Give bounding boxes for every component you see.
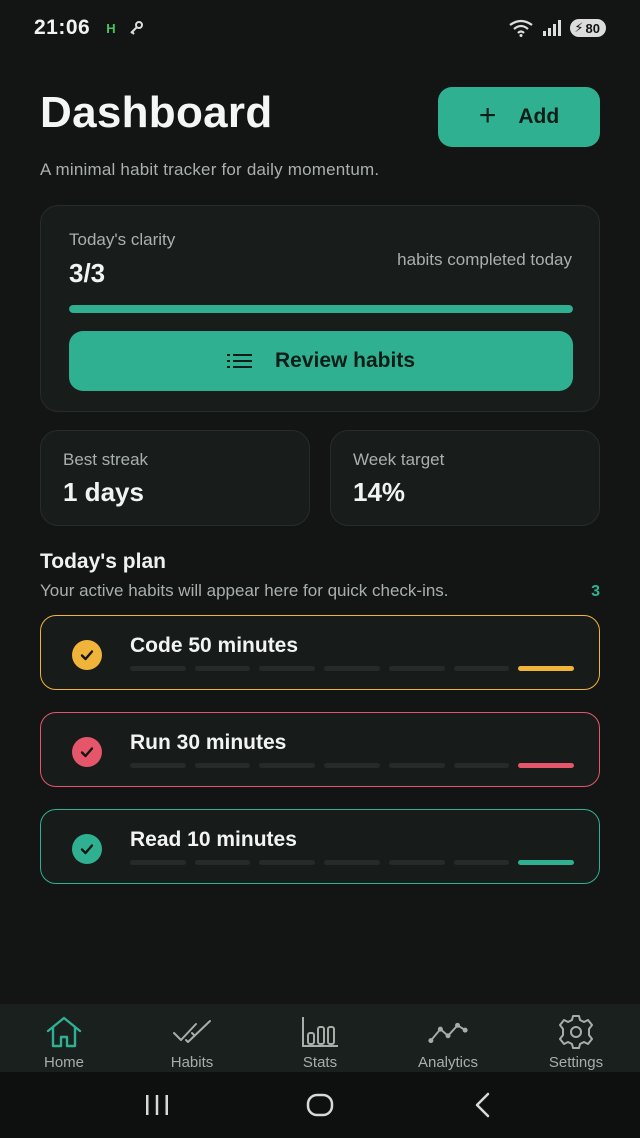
nav-item-habits[interactable]: Habits (128, 1004, 256, 1072)
clarity-card: Today's clarity 3/3 habits completed tod… (40, 205, 600, 412)
week-segment (518, 860, 575, 865)
page-title: Dashboard (40, 88, 273, 137)
best-streak-card: Best streak 1 days (40, 430, 310, 526)
plan-count: 3 (591, 583, 600, 600)
week-target-value: 14% (353, 477, 406, 507)
add-button[interactable]: + Add (438, 87, 600, 147)
page-subtitle: A minimal habit tracker for daily moment… (40, 160, 380, 179)
nav-item-home[interactable]: Home (0, 1004, 128, 1072)
nav-item-settings[interactable]: Settings (512, 1004, 640, 1072)
battery-indicator: ⚡ 80 (570, 19, 606, 37)
week-segment (518, 666, 575, 671)
line-chart-icon (428, 1014, 468, 1050)
week-segment (324, 763, 380, 768)
week-segment (388, 763, 445, 768)
week-segment (324, 666, 380, 671)
week-segment (324, 860, 380, 865)
list-icon (226, 354, 252, 368)
check-circle-icon[interactable] (72, 640, 102, 670)
habit-week-segments (130, 860, 575, 866)
habit-week-segments (130, 763, 575, 769)
status-indicator: H (106, 20, 116, 36)
back-button[interactable] (463, 1085, 503, 1125)
add-button-label: Add (518, 105, 560, 128)
habit-name: Code 50 minutes (130, 634, 299, 657)
nav-label: Habits (170, 1054, 214, 1071)
week-segment (130, 860, 186, 865)
clarity-progress-fill (69, 305, 573, 313)
nav-label: Settings (548, 1054, 604, 1071)
back-arrow-icon (476, 1092, 490, 1118)
week-segment (194, 860, 251, 865)
home-icon (44, 1014, 84, 1050)
gear-icon (556, 1014, 596, 1050)
bolt-icon: ⚡ (574, 20, 584, 35)
system-nav-bar (0, 1072, 640, 1138)
bottom-nav: Home Habits Stats Analytics Settings (0, 1004, 640, 1072)
best-streak-label: Best streak (63, 450, 149, 469)
week-segment (453, 666, 510, 671)
wifi-icon (509, 19, 534, 37)
signal-icon (543, 20, 562, 36)
week-segment (130, 666, 186, 671)
nav-item-analytics[interactable]: Analytics (384, 1004, 512, 1072)
best-streak-value: 1 days (63, 477, 144, 507)
week-segment (388, 860, 445, 865)
clarity-label: Today's clarity (69, 230, 176, 249)
recent-apps-button[interactable] (137, 1085, 177, 1125)
home-system-button[interactable] (300, 1085, 340, 1125)
status-bar: 21:06 H ⚡ 80 (0, 0, 640, 56)
habit-card[interactable]: Code 50 minutes (40, 615, 600, 690)
status-icons: ⚡ 80 (508, 19, 606, 37)
nav-item-stats[interactable]: Stats (256, 1004, 384, 1072)
status-time: 21:06 (34, 16, 91, 39)
key-icon (129, 21, 143, 35)
review-button-label: Review habits (274, 349, 416, 372)
clarity-caption: habits completed today (397, 250, 572, 269)
week-segment (259, 666, 316, 671)
clarity-progress-bar (69, 305, 573, 313)
habit-week-segments (130, 666, 575, 672)
clarity-value: 3/3 (69, 258, 106, 288)
plan-subtitle: Your active habits will appear here for … (40, 581, 449, 600)
week-target-card: Week target 14% (330, 430, 600, 526)
double-check-icon (172, 1014, 212, 1050)
week-segment (518, 763, 575, 768)
week-segment (453, 763, 510, 768)
check-circle-icon[interactable] (72, 834, 102, 864)
battery-level: 80 (585, 20, 600, 36)
check-circle-icon[interactable] (72, 737, 102, 767)
nav-label: Home (43, 1054, 84, 1071)
review-habits-button[interactable]: Review habits (69, 331, 573, 391)
nav-label: Analytics (417, 1054, 479, 1071)
week-segment (194, 666, 251, 671)
week-segment (259, 763, 316, 768)
week-segment (259, 860, 316, 865)
plan-title: Today's plan (40, 550, 166, 573)
habit-card[interactable]: Read 10 minutes (40, 809, 600, 884)
week-segment (194, 763, 251, 768)
nav-label: Stats (302, 1054, 338, 1071)
plus-icon: + (478, 98, 497, 132)
habit-name: Run 30 minutes (130, 731, 287, 754)
week-segment (453, 860, 510, 865)
week-segment (130, 763, 186, 768)
home-circle-icon (306, 1093, 334, 1117)
habit-card[interactable]: Run 30 minutes (40, 712, 600, 787)
bar-chart-icon (300, 1014, 340, 1050)
habit-name: Read 10 minutes (130, 828, 297, 851)
week-target-label: Week target (353, 450, 445, 469)
recent-apps-icon (145, 1095, 168, 1115)
week-segment (388, 666, 445, 671)
